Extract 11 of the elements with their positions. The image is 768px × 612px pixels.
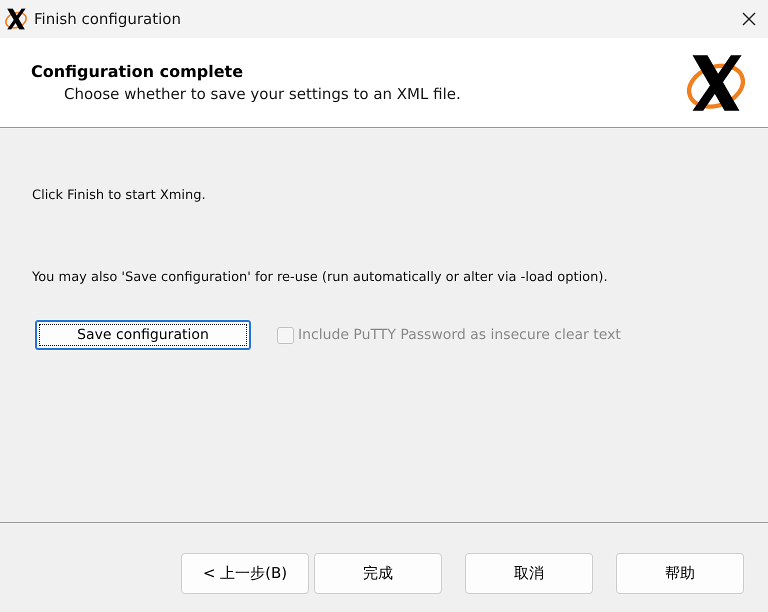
dialog-button[interactable]: < 上一步(B) xyxy=(181,553,309,594)
instruction-text: You may also 'Save configuration' for re-use (run automatically or alter via -load option). xyxy=(32,270,608,285)
save-configuration-button[interactable]: Save configuration xyxy=(35,320,251,350)
dialog-button[interactable]: 帮助 xyxy=(616,553,744,594)
window-title: Finish configuration xyxy=(34,10,182,28)
header-subtitle: Choose whether to save your settings to an XML file. xyxy=(64,85,461,103)
instruction-text: Click Finish to start Xming. xyxy=(32,188,206,203)
dialog-button[interactable]: 取消 xyxy=(465,553,593,594)
header-title: Configuration complete xyxy=(31,62,244,81)
dialog-button[interactable]: 完成 xyxy=(314,553,442,594)
app-logo-icon xyxy=(4,7,28,31)
